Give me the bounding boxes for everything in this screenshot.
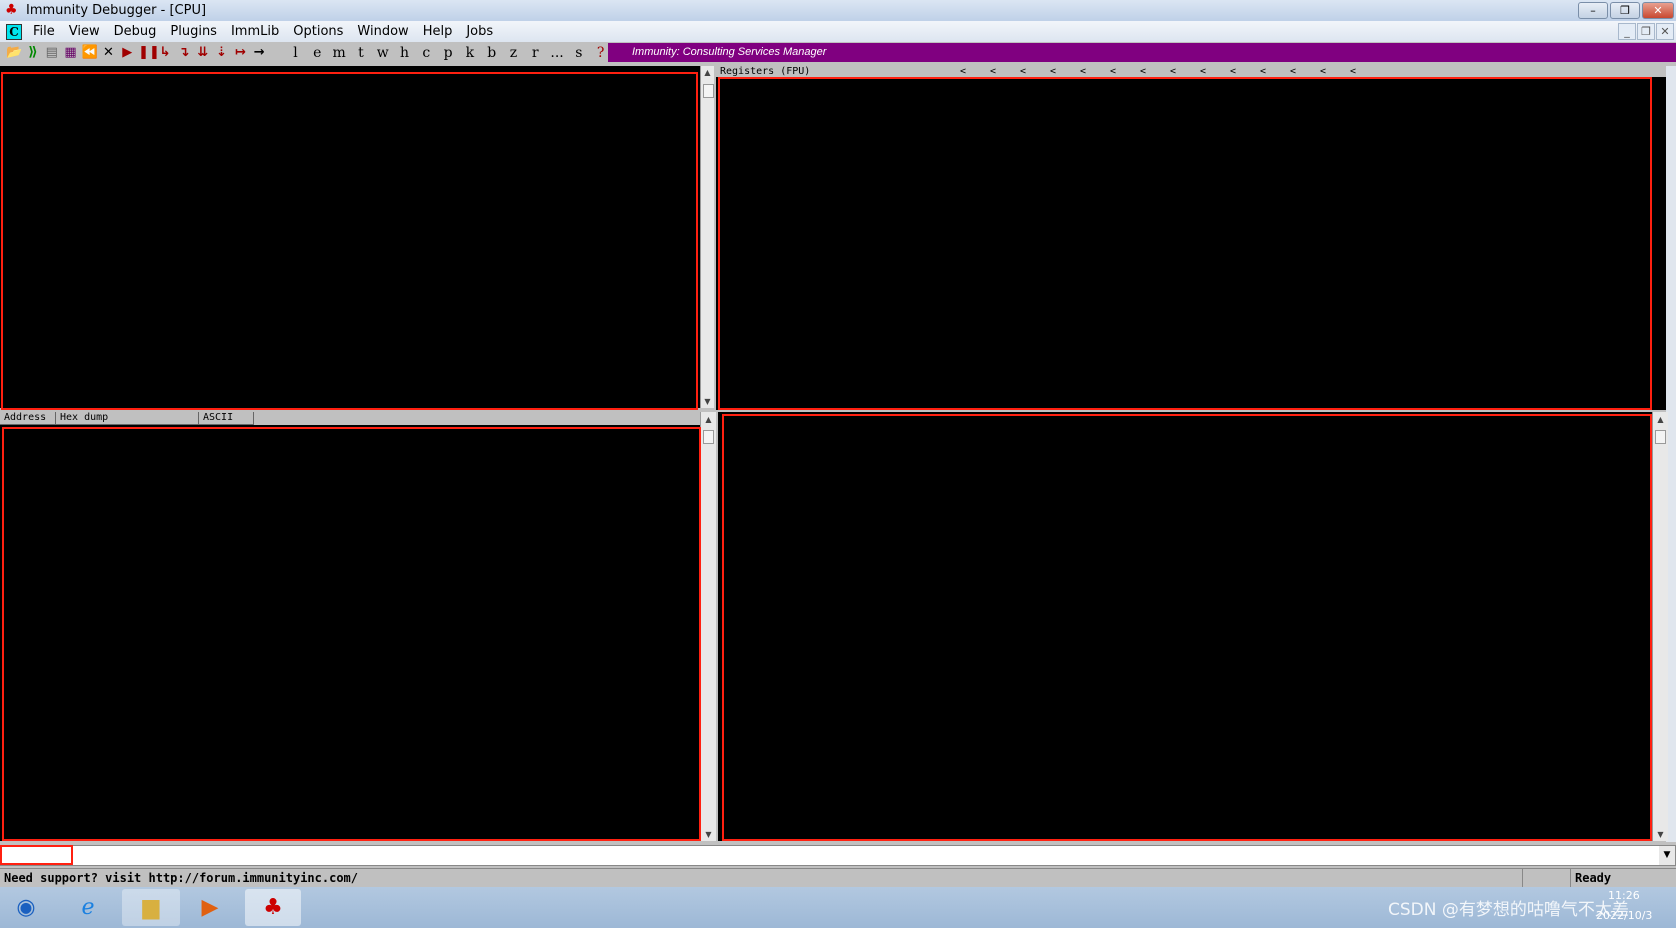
status-state: Ready <box>1570 869 1611 888</box>
register-marker: < <box>1050 66 1057 77</box>
column-ascii[interactable]: ASCII <box>199 412 254 425</box>
register-marker: < <box>1320 66 1327 77</box>
menu-jobs[interactable]: Jobs <box>459 24 500 39</box>
column-address[interactable]: Address <box>0 412 56 425</box>
execute-till-return-icon[interactable]: ↦ <box>232 45 248 60</box>
menu-view[interactable]: View <box>62 24 107 39</box>
menu-options[interactable]: Options <box>286 24 350 39</box>
media-player-icon[interactable]: ▶ <box>186 889 234 926</box>
taskbar: ◉ e ▆ ▶ ♣ CSDN @有梦想的咕噜气不太差 11:26 2022/10… <box>0 887 1676 928</box>
stack-scrollbar[interactable]: ▲ ▼ <box>1652 412 1668 841</box>
window-title: Immunity Debugger - [CPU] <box>26 3 207 18</box>
disassembly-pane[interactable] <box>0 66 700 408</box>
consulting-banner[interactable]: Immunity: Consulting Services Manager <box>608 43 1676 62</box>
open-icon[interactable]: 📂 <box>6 45 22 60</box>
run-trace-button[interactable]: ... <box>548 45 567 61</box>
handles-button[interactable]: h <box>395 45 414 61</box>
menu-debug[interactable]: Debug <box>107 24 164 39</box>
register-marker: < <box>1260 66 1267 77</box>
menu-bar: C File View Debug Plugins ImmLib Options… <box>0 21 1676 42</box>
register-marker: < <box>1080 66 1087 77</box>
register-marker: < <box>1110 66 1117 77</box>
registers-header: Registers (FPU) < < < < < < < < < < < < < < <box>716 66 1666 77</box>
go-to-icon[interactable]: → <box>251 45 267 60</box>
menu-help[interactable]: Help <box>416 24 460 39</box>
disassembly-scrollbar[interactable]: ▲ ▼ <box>700 66 714 408</box>
memory-map-icon[interactable]: ▦ <box>63 45 79 60</box>
mdi-restore-button[interactable]: ❐ <box>1637 23 1655 40</box>
register-marker: < <box>1140 66 1147 77</box>
menu-file[interactable]: File <box>26 24 62 39</box>
column-hex-dump[interactable]: Hex dump <box>56 412 199 425</box>
hw-breakpoints-button[interactable]: z <box>504 45 523 61</box>
minimize-button[interactable]: – <box>1578 2 1608 19</box>
close-button[interactable]: ✕ <box>1642 2 1674 19</box>
toolbar: 📂 ⟫ ▤ ▦ ⏪ ✕ ▶ ❚❚ ↳ ↴ ⇊ ⇣ ↦ → l e m t w h… <box>0 42 610 63</box>
registers-pane[interactable] <box>716 77 1666 410</box>
patches-button[interactable]: p <box>439 45 458 61</box>
register-marker: < <box>1290 66 1297 77</box>
register-marker: < <box>1170 66 1177 77</box>
menu-plugins[interactable]: Plugins <box>163 24 224 39</box>
attach-icon[interactable]: ⟫ <box>25 45 41 60</box>
mdi-minimize-button[interactable]: _ <box>1618 23 1636 40</box>
menu-immlib[interactable]: ImmLib <box>224 24 286 39</box>
references-button[interactable]: r <box>526 45 545 61</box>
modules-button[interactable]: e <box>308 45 327 61</box>
step-into-icon[interactable]: ↳ <box>157 45 173 60</box>
command-history-dropdown[interactable]: ▼ <box>1659 846 1675 865</box>
menu-window[interactable]: Window <box>350 24 415 39</box>
source-button[interactable]: s <box>569 45 588 61</box>
dump-header: Address Hex dump ASCII <box>0 412 700 425</box>
register-marker: < <box>1200 66 1207 77</box>
register-marker: < <box>990 66 997 77</box>
threads-button[interactable]: t <box>352 45 371 61</box>
immunity-debugger-task-icon[interactable]: ♣ <box>245 889 301 926</box>
status-message: Need support? visit http://forum.immunit… <box>4 871 359 885</box>
trace-over-icon[interactable]: ⇣ <box>214 45 230 60</box>
dump-pane[interactable] <box>0 425 700 841</box>
watermark: CSDN @有梦想的咕噜气不太差 <box>1388 900 1629 920</box>
windows-button[interactable]: w <box>373 45 392 61</box>
pause-icon[interactable]: ❚❚ <box>138 45 160 60</box>
memory-button[interactable]: m <box>330 45 349 61</box>
status-bar: Need support? visit http://forum.immunit… <box>0 868 1676 888</box>
start-button-icon[interactable]: ◉ <box>2 889 50 926</box>
register-markers: < < < < < < < < < < < < < < <box>960 66 1360 77</box>
cpu-button[interactable]: c <box>417 45 436 61</box>
call-stack-button[interactable]: k <box>460 45 479 61</box>
register-marker: < <box>1350 66 1357 77</box>
clock-time[interactable]: 11:26 <box>1608 889 1640 902</box>
internet-explorer-icon[interactable]: e <box>64 889 112 926</box>
cpu-window-icon[interactable]: C <box>6 23 22 40</box>
stop-icon[interactable]: ✕ <box>100 45 116 60</box>
title-bar: ♣ Immunity Debugger - [CPU] <box>0 0 1676 21</box>
trace-into-icon[interactable]: ⇊ <box>195 45 211 60</box>
register-marker: < <box>960 66 967 77</box>
run-icon[interactable]: ▶ <box>119 45 135 60</box>
stack-pane[interactable] <box>718 412 1652 841</box>
command-input[interactable]: ▼ <box>0 845 1676 866</box>
close-window-icon[interactable]: ▤ <box>44 45 60 60</box>
mdi-close-button[interactable]: ✕ <box>1656 23 1674 40</box>
file-explorer-icon[interactable]: ▆ <box>122 889 180 926</box>
register-marker: < <box>1230 66 1237 77</box>
maximize-button[interactable]: ❐ <box>1610 2 1640 19</box>
rewind-icon[interactable]: ⏪ <box>81 45 97 60</box>
log-window-button[interactable]: l <box>286 45 305 61</box>
clock-date[interactable]: 2022/10/3 <box>1596 909 1652 922</box>
dump-scrollbar[interactable]: ▲ ▼ <box>700 412 716 841</box>
app-logo-icon: ♣ <box>5 2 18 18</box>
breakpoints-button[interactable]: b <box>482 45 501 61</box>
step-over-icon[interactable]: ↴ <box>176 45 192 60</box>
registers-title: Registers (FPU) <box>720 66 811 77</box>
register-marker: < <box>1020 66 1027 77</box>
